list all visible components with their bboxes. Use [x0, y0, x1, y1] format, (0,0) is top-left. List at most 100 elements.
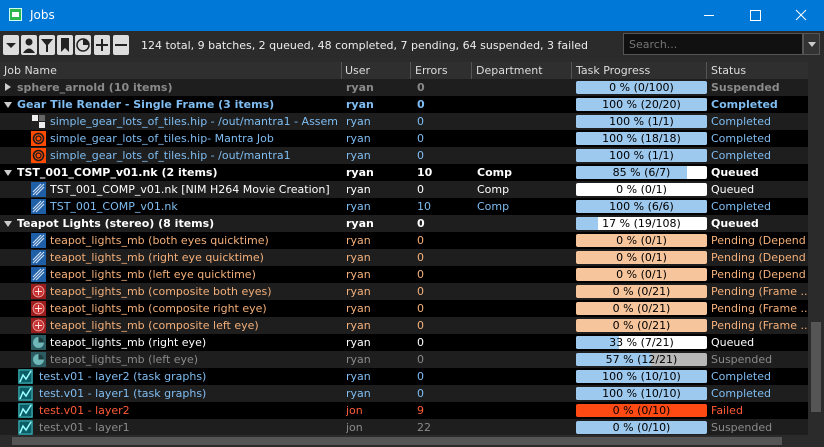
job-row[interactable]: test.v01 - layer1 (task graphs) ryan 0 100 … — [0, 385, 808, 402]
task-progress-text: 0 % (0/1) — [616, 234, 667, 247]
header-status[interactable]: Status — [711, 64, 746, 77]
menu-dropdown-button[interactable] — [3, 35, 19, 55]
job-errors: 0 — [417, 234, 424, 247]
maximize-button[interactable] — [732, 0, 778, 31]
collapse-arrow-icon[interactable] — [4, 170, 12, 176]
job-user: ryan — [346, 183, 371, 196]
houdini-icon — [31, 148, 46, 163]
job-row[interactable]: teapot_lights_mb (right eye quicktime) ry… — [0, 249, 808, 266]
close-button[interactable] — [778, 0, 824, 31]
header-errors[interactable]: Errors — [415, 64, 448, 77]
minimize-icon — [704, 15, 714, 16]
title-bar: Jobs — [0, 0, 824, 31]
collapse-arrow-icon[interactable] — [4, 221, 12, 227]
job-row[interactable]: TST_001_COMP_v01.nk [NIM H264 Movie Crea… — [0, 181, 808, 198]
header-user[interactable]: User — [345, 64, 370, 77]
task-progress-bar: 0 % (0/10) — [576, 421, 707, 434]
funnel-filter-button[interactable] — [39, 35, 55, 55]
job-row[interactable]: teapot_lights_mb (composite right eye) ry… — [0, 300, 808, 317]
task-progress-text: 100 % (10/10) — [602, 370, 681, 383]
job-group-row[interactable]: sphere_arnold (10 items) ryan 0 0 % (0/100)… — [0, 79, 808, 96]
job-row[interactable]: teapot_lights_mb (composite both eyes) ry… — [0, 283, 808, 300]
job-row[interactable]: simple_gear_lots_of_tiles.hip - /out/man… — [0, 147, 808, 164]
job-name: sphere_arnold (10 items) — [17, 81, 173, 94]
task-progress-bar: 57 % (12/21) — [576, 353, 707, 366]
job-row[interactable]: teapot_lights_mb (left eye quicktime) rya… — [0, 266, 808, 283]
job-department: Comp — [477, 183, 510, 196]
maya-icon — [31, 318, 46, 333]
header-task-progress[interactable]: Task Progress — [576, 64, 650, 77]
job-name: teapot_lights_mb (both eyes quicktime) — [50, 234, 269, 247]
horizontal-scroll-thumb[interactable] — [12, 437, 782, 445]
job-group-row[interactable]: TST_001_COMP_v01.nk (2 items) ryan 10 Comp 8… — [0, 164, 808, 181]
job-status: Suspended — [711, 421, 773, 434]
job-status: Failed — [711, 404, 743, 417]
search-dropdown-button[interactable] — [803, 33, 820, 55]
job-errors: 0 — [417, 217, 425, 230]
render-icon — [31, 352, 46, 367]
job-errors: 0 — [417, 353, 424, 366]
job-row[interactable]: teapot_lights_mb (left eye) ryan 0 57 % (12… — [0, 351, 808, 368]
task-progress-text: 0 % (0/1) — [616, 251, 667, 264]
job-row[interactable]: simple_gear_lots_of_tiles.hip- Mantra Jo… — [0, 130, 808, 147]
remove-button[interactable] — [113, 35, 129, 55]
job-row[interactable]: TST_001_COMP_v01.nk ryan 10 Comp 100 % (6/6)… — [0, 198, 808, 215]
job-user: ryan — [346, 200, 371, 213]
job-status: Pending (Depend... — [711, 234, 807, 247]
column-header: Job Name User Errors Department Task Pro… — [0, 62, 808, 80]
header-department[interactable]: Department — [476, 64, 543, 77]
job-row[interactable]: teapot_lights_mb (both eyes quicktime) ry… — [0, 232, 808, 249]
vertical-scrollbar[interactable] — [808, 62, 824, 435]
job-user: ryan — [346, 166, 374, 179]
job-errors: 10 — [417, 166, 433, 179]
job-errors: 0 — [417, 183, 424, 196]
job-row[interactable]: test.v01 - layer2 jon 9 0 % (0/10) Failed — [0, 402, 808, 419]
add-button[interactable] — [94, 35, 110, 55]
job-errors: 0 — [417, 370, 424, 383]
job-name: simple_gear_lots_of_tiles.hip - /out/man… — [50, 115, 339, 128]
minimize-button[interactable] — [686, 0, 732, 31]
job-status: Suspended — [711, 353, 773, 366]
job-group-row[interactable]: Teapot Lights (stereo) (8 items) ryan 0 17 … — [0, 215, 808, 232]
job-row[interactable]: simple_gear_lots_of_tiles.hip - /out/man… — [0, 113, 808, 130]
job-user: ryan — [346, 353, 371, 366]
task-progress-bar: 0 % (0/10) — [576, 404, 707, 417]
task-progress-bar: 0 % (0/1) — [576, 183, 707, 196]
job-errors: 0 — [417, 251, 424, 264]
pie-chart-button[interactable] — [75, 35, 91, 55]
collapse-arrow-icon[interactable] — [4, 102, 12, 108]
job-row[interactable]: test.v01 - layer1 jon 22 0 % (0/10) Suspende… — [0, 419, 808, 435]
task-progress-text: 100 % (1/1) — [609, 115, 674, 128]
nuke-icon — [31, 267, 46, 282]
job-name: TST_001_COMP_v01.nk (2 items) — [17, 166, 218, 179]
task-progress-bar: 0 % (0/21) — [576, 302, 707, 315]
maya-icon — [31, 301, 46, 316]
job-list: sphere_arnold (10 items) ryan 0 0 % (0/100)… — [0, 79, 808, 435]
minus-icon — [115, 44, 127, 46]
task-progress-bar: 33 % (7/21) — [576, 336, 707, 349]
job-row[interactable]: teapot_lights_mb (composite left eye) rya… — [0, 317, 808, 334]
user-filter-icon — [23, 38, 35, 53]
bookmark-icon — [61, 38, 69, 52]
job-errors: 0 — [417, 115, 424, 128]
task-progress-bar: 100 % (18/18) — [576, 132, 707, 145]
task-progress-text: 0 % (0/21) — [612, 302, 671, 315]
job-row[interactable]: teapot_lights_mb (right eye) ryan 0 33 % (7… — [0, 334, 808, 351]
header-job-name[interactable]: Job Name — [4, 64, 57, 77]
task-progress-text: 85 % (6/7) — [612, 166, 671, 179]
user-filter-button[interactable] — [21, 35, 37, 55]
horizontal-scrollbar[interactable] — [0, 435, 824, 447]
task-progress-text: 0 % (0/10) — [612, 421, 671, 434]
task-progress-text: 100 % (1/1) — [609, 149, 674, 162]
vertical-scroll-thumb[interactable] — [811, 322, 821, 412]
bookmark-button[interactable] — [57, 35, 73, 55]
task-progress-text: 17 % (19/108) — [602, 217, 681, 230]
search-input[interactable] — [623, 33, 803, 55]
expand-arrow-icon[interactable] — [5, 83, 11, 91]
job-status: Queued — [711, 183, 755, 196]
job-user: ryan — [346, 115, 371, 128]
job-row[interactable]: test.v01 - layer2 (task graphs) ryan 0 100 … — [0, 368, 808, 385]
job-group-row[interactable]: Gear Tile Render - Single Frame (3 items… — [0, 96, 808, 113]
job-status: Pending (Frame ... — [711, 319, 807, 332]
job-status: Completed — [711, 115, 771, 128]
